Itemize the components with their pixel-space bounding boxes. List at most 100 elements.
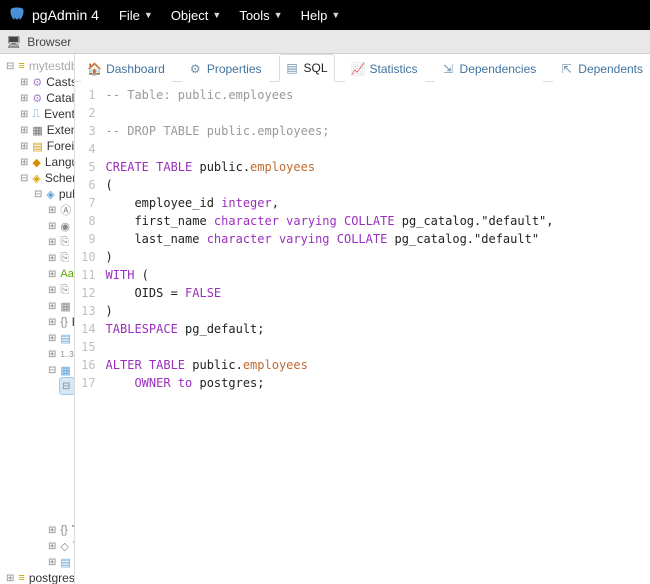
event-trigger-icon: ⎍: [32, 107, 40, 121]
sequences-icon: 1..3: [60, 347, 73, 361]
expand-icon[interactable]: ⊞: [20, 109, 28, 120]
menu-help[interactable]: Help▼: [301, 8, 341, 23]
tree-domains[interactable]: ⊞◉Domains: [46, 218, 74, 234]
functions-icon: {}: [60, 315, 67, 329]
tree-views[interactable]: ⊞▤Views: [46, 554, 74, 570]
caret-down-icon: ▼: [212, 10, 221, 20]
fts-config-icon: ⎘: [60, 235, 69, 249]
menu-tools[interactable]: Tools▼: [239, 8, 282, 23]
expand-icon[interactable]: ⊞: [48, 269, 56, 280]
object-tree[interactable]: ⊟≡mytestdb ⊞⚙Casts ⊞⚙Catalogs ⊞⎍Event Tr…: [0, 54, 75, 584]
expand-icon[interactable]: ⊞: [6, 573, 14, 584]
collapse-icon[interactable]: ⊟: [62, 381, 70, 392]
dependencies-icon: ⇲: [442, 63, 455, 76]
fdw-icon: ▤: [32, 139, 42, 153]
tab-dependents[interactable]: ⇱Dependents: [553, 55, 650, 82]
tree-schemas[interactable]: ⊟◈Schemas (1): [18, 170, 74, 186]
collapse-icon[interactable]: ⊟: [6, 61, 14, 72]
expand-icon[interactable]: ⊞: [20, 157, 28, 168]
app-logo: pgAdmin 4: [8, 6, 99, 24]
database-icon: ≡: [18, 571, 24, 584]
expand-icon[interactable]: ⊞: [48, 317, 56, 328]
collapse-icon[interactable]: ⊟: [48, 365, 56, 376]
expand-icon[interactable]: ⊞: [48, 349, 56, 360]
sql-icon: ▤: [286, 62, 299, 75]
tree-languages[interactable]: ⊞◆Languages: [18, 154, 74, 170]
content-panel: 🏠Dashboard ⚙Properties ▤SQL 📈Statistics …: [75, 54, 650, 584]
tree-trigger-functions[interactable]: ⊞{}Trigger Functions: [46, 522, 74, 538]
tab-sql[interactable]: ▤SQL: [279, 54, 335, 82]
catalogs-icon: ⚙: [32, 91, 42, 105]
tree-fts-config[interactable]: ⊞⎘FTS Configurations: [46, 234, 74, 250]
views-icon: ▤: [60, 555, 70, 569]
expand-icon[interactable]: ⊞: [20, 141, 28, 152]
tab-dashboard[interactable]: 🏠Dashboard: [81, 55, 172, 82]
collations-icon: Ⓐ: [60, 203, 71, 217]
sql-code[interactable]: -- Table: public.employees -- DROP TABLE…: [106, 86, 554, 392]
expand-icon[interactable]: ⊞: [48, 333, 56, 344]
types-icon: ◇: [60, 539, 68, 553]
properties-icon: ⚙: [189, 63, 202, 76]
tree-fts-templates[interactable]: ⊞⎘FTS Templates: [46, 282, 74, 298]
tree-matviews[interactable]: ⊞▤Materialized Views: [46, 330, 74, 346]
expand-icon[interactable]: ⊞: [20, 77, 28, 88]
expand-icon[interactable]: ⊞: [48, 301, 56, 312]
tree-fts-dict[interactable]: ⊞⎘FTS Dictionaries: [46, 250, 74, 266]
tree-schema-public[interactable]: ⊟◈public: [32, 186, 74, 202]
fts-template-icon: ⎘: [60, 283, 69, 297]
expand-icon[interactable]: ⊞: [48, 205, 56, 216]
languages-icon: ◆: [32, 155, 40, 169]
caret-down-icon: ▼: [274, 10, 283, 20]
tree-foreign-tables[interactable]: ⊞▦Foreign Tables: [46, 298, 74, 314]
schema-icon: ◈: [46, 187, 54, 201]
browser-label: Browser: [27, 35, 71, 49]
tree-extensions[interactable]: ⊞▦Extensions: [18, 122, 74, 138]
menu-object[interactable]: Object▼: [171, 8, 222, 23]
collapse-icon[interactable]: ⊟: [20, 173, 28, 184]
tab-properties[interactable]: ⚙Properties: [182, 55, 269, 82]
schemas-icon: ◈: [32, 171, 40, 185]
expand-icon[interactable]: ⊞: [48, 221, 56, 232]
expand-icon[interactable]: ⊞: [20, 125, 28, 136]
expand-icon[interactable]: ⊞: [48, 285, 56, 296]
main-menu: File▼ Object▼ Tools▼ Help▼: [119, 8, 340, 23]
tab-dependencies[interactable]: ⇲Dependencies: [435, 55, 544, 82]
browser-icon: 🖥: [6, 35, 21, 49]
menu-file[interactable]: File▼: [119, 8, 153, 23]
statistics-icon: 📈: [352, 63, 365, 76]
tables-icon: ▦: [60, 363, 70, 377]
foreign-tables-icon: ▦: [60, 299, 70, 313]
tree-table-employees[interactable]: ⊟▦employees: [60, 378, 74, 394]
tree-sequences[interactable]: ⊞1..3Sequences: [46, 346, 74, 362]
top-menu-bar: pgAdmin 4 File▼ Object▼ Tools▼ Help▼: [0, 0, 650, 30]
fts-parser-icon: Aa: [60, 267, 73, 281]
tab-statistics[interactable]: 📈Statistics: [345, 55, 425, 82]
sql-editor[interactable]: 1234567891011121314151617 -- Table: publ…: [75, 82, 650, 392]
tree-tables[interactable]: ⊟▦Tables (1): [46, 362, 74, 378]
elephant-icon: [8, 6, 26, 24]
tree-casts[interactable]: ⊞⚙Casts: [18, 74, 74, 90]
expand-icon[interactable]: ⊞: [20, 93, 28, 104]
tree-db-postgres[interactable]: ⊞≡postgres: [4, 570, 74, 584]
domains-icon: ◉: [60, 219, 70, 233]
tree-fdw[interactable]: ⊞▤Foreign Data Wrappers: [18, 138, 74, 154]
trigger-functions-icon: {}: [60, 523, 67, 537]
expand-icon[interactable]: ⊞: [48, 253, 56, 264]
fts-dict-icon: ⎘: [60, 251, 69, 265]
collapse-icon[interactable]: ⊟: [34, 189, 42, 200]
tree-types[interactable]: ⊞◇Types: [46, 538, 74, 554]
caret-down-icon: ▼: [144, 10, 153, 20]
database-icon: ≡: [18, 59, 24, 73]
tree-catalogs[interactable]: ⊞⚙Catalogs: [18, 90, 74, 106]
expand-icon[interactable]: ⊞: [48, 557, 56, 568]
expand-icon[interactable]: ⊞: [48, 525, 56, 536]
tree-fts-parsers[interactable]: ⊞AaFTS Parsers: [46, 266, 74, 282]
tree-db-mytestdb[interactable]: ⊟≡mytestdb: [4, 58, 74, 74]
expand-icon[interactable]: ⊞: [48, 237, 56, 248]
expand-icon[interactable]: ⊞: [48, 541, 56, 552]
extensions-icon: ▦: [32, 123, 42, 137]
tree-collations[interactable]: ⊞ⒶCollations: [46, 202, 74, 218]
tree-event-triggers[interactable]: ⊞⎍Event Triggers: [18, 106, 74, 122]
tree-functions[interactable]: ⊞{}Functions: [46, 314, 74, 330]
line-gutter: 1234567891011121314151617: [75, 86, 105, 392]
